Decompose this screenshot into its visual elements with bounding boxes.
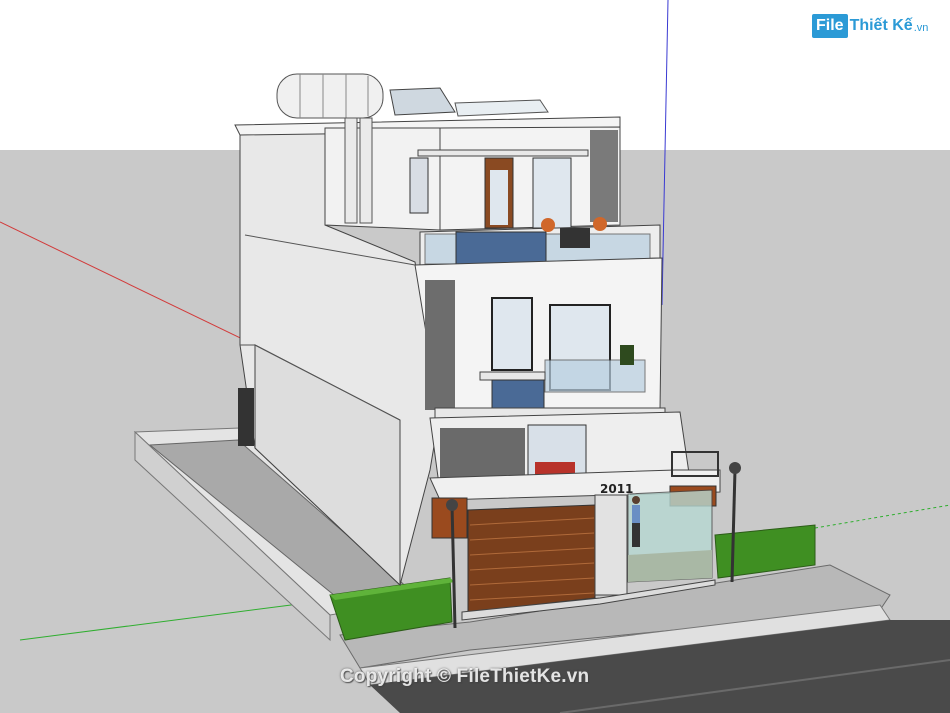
person-head	[632, 496, 640, 504]
lamp-head-left	[446, 499, 458, 511]
middle-window	[491, 297, 533, 371]
logo-main-text: Thiết Kế	[849, 17, 913, 34]
patio-chair	[593, 217, 607, 231]
patio-table	[560, 228, 590, 248]
logo-suffix-text: .vn	[913, 22, 929, 34]
top-door-glass	[490, 170, 508, 225]
person-legs	[632, 523, 640, 547]
top-overhang	[417, 149, 589, 157]
top-window	[532, 157, 572, 229]
house-render-scene: 2011	[0, 0, 950, 713]
potted-plant	[620, 345, 634, 365]
water-tank	[276, 73, 384, 119]
courtyard-floor	[628, 550, 712, 582]
patio-chair	[541, 218, 555, 232]
ground-louver	[440, 428, 525, 478]
middle-sill	[479, 371, 546, 381]
person-body	[632, 505, 640, 523]
middle-louver	[425, 280, 455, 410]
top-window-small	[409, 157, 429, 214]
logo-box-text: File	[812, 14, 848, 38]
gate-pillar	[594, 494, 628, 596]
side-door	[238, 388, 254, 446]
top-louver	[590, 130, 618, 222]
top-pillar	[359, 117, 373, 224]
copyright-watermark: Copyright © FileThietKe.vn	[340, 666, 590, 687]
lamp-head-right	[729, 462, 741, 474]
site-logo: File Thiết Kế .vn	[812, 14, 928, 38]
top-pillar	[344, 117, 358, 224]
